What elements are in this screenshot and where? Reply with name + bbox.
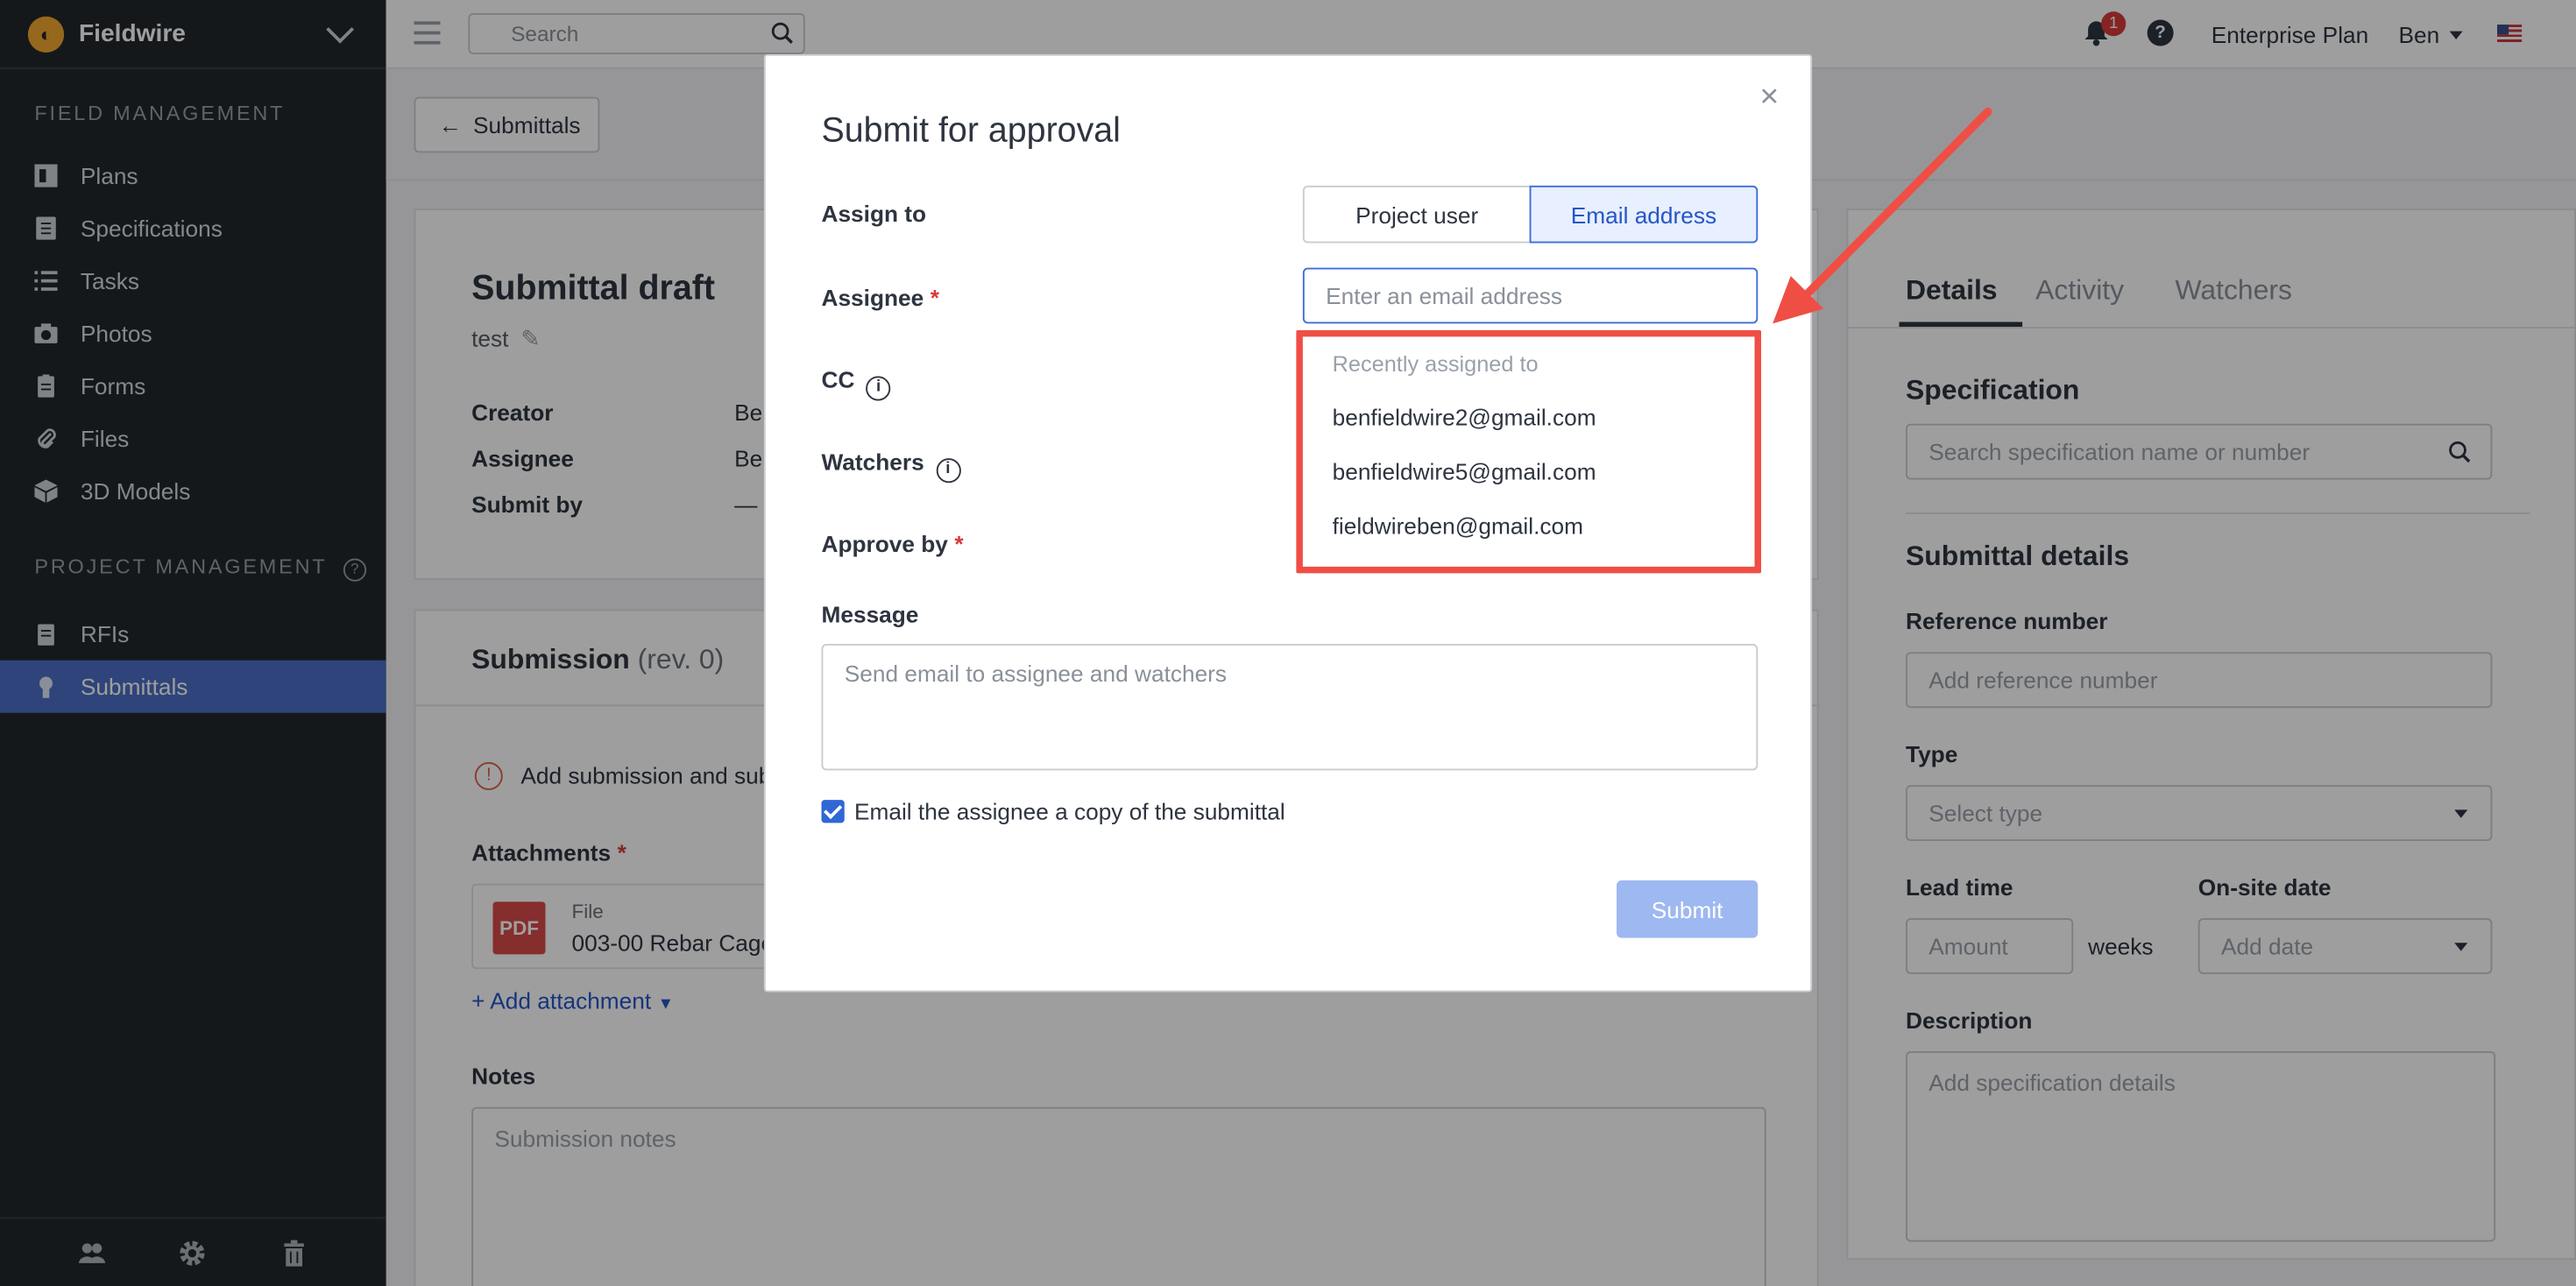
watchers-label: Watchers i <box>821 448 960 484</box>
email-address-toggle[interactable]: Email address <box>1529 185 1759 244</box>
message-label: Message <box>821 601 919 628</box>
assign-to-label: Assign to <box>821 200 927 227</box>
email-copy-checkbox[interactable] <box>821 800 845 823</box>
info-icon[interactable]: i <box>866 376 891 401</box>
submit-button[interactable]: Submit <box>1617 880 1759 938</box>
info-icon[interactable]: i <box>935 458 960 484</box>
label-text: Watchers <box>821 448 924 475</box>
modal-title: Submit for approval <box>821 111 1121 150</box>
message-placeholder: Send email to assignee and watchers <box>844 660 1228 687</box>
assignee-label: Assignee * <box>821 284 939 311</box>
email-copy-label[interactable]: Email the assignee a copy of the submitt… <box>854 798 1285 824</box>
label-text: CC <box>821 366 855 393</box>
annotation-highlight-box <box>1296 329 1761 574</box>
close-icon[interactable]: × <box>1756 81 1782 114</box>
label-text: Assignee <box>821 284 924 311</box>
submit-for-approval-modal: Submit for approval × Assign to Project … <box>763 53 1813 993</box>
message-input[interactable]: Send email to assignee and watchers <box>821 644 1759 771</box>
assignee-email-input[interactable]: Enter an email address <box>1302 267 1759 324</box>
email-placeholder: Enter an email address <box>1326 282 1563 309</box>
cc-label: CC i <box>821 366 891 401</box>
label-text: Approve by <box>821 530 948 557</box>
approve-by-label: Approve by * <box>821 530 964 557</box>
project-user-toggle[interactable]: Project user <box>1302 185 1532 244</box>
